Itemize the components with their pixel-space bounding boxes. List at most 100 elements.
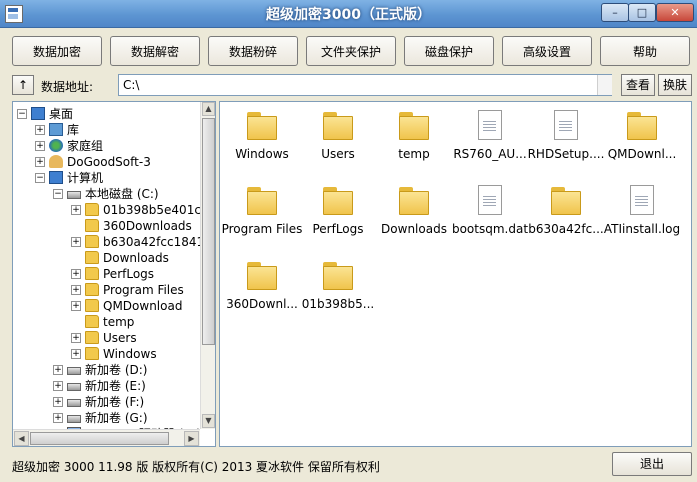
folder-item[interactable]: Downloads bbox=[374, 180, 454, 250]
folder-item[interactable]: Users bbox=[298, 105, 378, 175]
help-button[interactable]: 帮助 bbox=[600, 36, 690, 66]
tree-item-label: Users bbox=[103, 331, 137, 345]
file-name: PerfLogs bbox=[312, 222, 364, 236]
tree-item[interactable]: − 计算机 bbox=[35, 170, 203, 186]
expand-icon[interactable]: + bbox=[71, 349, 81, 359]
scroll-right-arrow-icon[interactable]: ▶ bbox=[184, 431, 199, 446]
file-name: Program Files bbox=[221, 222, 303, 236]
tree-item[interactable]: temp bbox=[71, 314, 203, 330]
title-bar[interactable]: 超级加密3000（正式版） – □ ✕ bbox=[0, 0, 697, 28]
skin-button[interactable]: 换肤 bbox=[658, 74, 692, 96]
decrypt-button[interactable]: 数据解密 bbox=[110, 36, 200, 66]
collapse-icon[interactable]: − bbox=[53, 189, 63, 199]
tree-item[interactable]: + b630a42fcc1841 bbox=[71, 234, 205, 250]
scroll-up-arrow-icon[interactable]: ▲ bbox=[202, 102, 215, 116]
scroll-left-arrow-icon[interactable]: ◀ bbox=[14, 431, 29, 446]
folder-icon bbox=[85, 267, 99, 280]
tree-item[interactable]: − 本地磁盘 (C:) bbox=[53, 186, 203, 202]
folder-item[interactable]: Program Files bbox=[222, 180, 302, 250]
tree-horizontal-scrollbar[interactable]: ◀ ▶ bbox=[13, 429, 200, 446]
expand-icon[interactable]: + bbox=[71, 269, 81, 279]
folder-item[interactable]: Windows bbox=[222, 105, 302, 175]
tree-item[interactable]: + Windows bbox=[71, 346, 203, 362]
folder-item[interactable]: PerfLogs bbox=[298, 180, 378, 250]
folder-protect-button[interactable]: 文件夹保护 bbox=[306, 36, 396, 66]
tree-item-label: DoGoodSoft-3 bbox=[67, 155, 151, 169]
hscroll-thumb[interactable] bbox=[30, 432, 169, 445]
drive-icon bbox=[67, 399, 81, 407]
shred-button[interactable]: 数据粉碎 bbox=[208, 36, 298, 66]
folder-tree[interactable]: − 桌面 + 库 + 家庭组 + DoGoodSoft-3− 计算机 − 本地磁盘 (C:) +01b… bbox=[12, 101, 216, 447]
address-input[interactable] bbox=[118, 74, 612, 96]
folder-item[interactable]: 360Downl... bbox=[222, 255, 302, 325]
tree-item[interactable]: + Users bbox=[71, 330, 203, 346]
file-item[interactable]: RS760_AU... bbox=[450, 105, 530, 175]
encrypt-button[interactable]: 数据加密 bbox=[12, 36, 102, 66]
advanced-settings-button[interactable]: 高级设置 bbox=[502, 36, 592, 66]
user-icon bbox=[49, 155, 63, 168]
file-name: ATIinstall.log bbox=[603, 222, 681, 236]
maximize-button[interactable]: □ bbox=[628, 3, 656, 22]
exit-button[interactable]: 退出 bbox=[612, 452, 692, 476]
tree-item-label: Program Files bbox=[103, 283, 184, 297]
close-button[interactable]: ✕ bbox=[656, 3, 694, 22]
minimize-button[interactable]: – bbox=[601, 3, 629, 22]
view-button[interactable]: 查看 bbox=[621, 74, 655, 96]
expand-icon[interactable]: + bbox=[53, 413, 63, 423]
file-item[interactable]: bootsqm.dat bbox=[450, 180, 530, 250]
expand-icon[interactable]: + bbox=[53, 397, 63, 407]
tree-item[interactable]: + 家庭组 bbox=[35, 138, 203, 154]
collapse-icon[interactable]: − bbox=[35, 173, 45, 183]
file-name: RHDSetup.... bbox=[527, 147, 605, 161]
expand-icon[interactable]: + bbox=[71, 285, 81, 295]
tree-item[interactable]: + 新加卷 (F:) bbox=[53, 394, 203, 410]
up-level-button[interactable]: ↑ bbox=[12, 75, 34, 95]
collapse-icon[interactable]: − bbox=[17, 109, 27, 119]
tree-item[interactable]: + DoGoodSoft-3 bbox=[35, 154, 203, 170]
folder-icon bbox=[323, 260, 353, 292]
folder-item[interactable]: b630a42fc... bbox=[526, 180, 606, 250]
drive-icon bbox=[67, 415, 81, 423]
file-item[interactable]: RHDSetup.... bbox=[526, 105, 606, 175]
file-list-panel[interactable]: Windows Users temp RS760_AU... RHDSetup.... Q… bbox=[219, 101, 692, 447]
folder-icon bbox=[627, 110, 657, 142]
scroll-thumb[interactable] bbox=[202, 118, 215, 345]
tree-item[interactable]: 360Downloads bbox=[71, 218, 203, 234]
expand-icon[interactable]: + bbox=[35, 125, 45, 135]
expand-icon[interactable]: + bbox=[71, 333, 81, 343]
tree-item[interactable]: + 新加卷 (D:) bbox=[53, 362, 203, 378]
tree-item-label: 新加卷 (D:) bbox=[85, 363, 148, 377]
expand-icon[interactable]: + bbox=[35, 141, 45, 151]
tree-item-label: b630a42fcc1841 bbox=[103, 235, 205, 249]
expand-icon[interactable]: + bbox=[53, 381, 63, 391]
tree-item[interactable]: + 新加卷 (E:) bbox=[53, 378, 203, 394]
tree-item[interactable]: + PerfLogs bbox=[71, 266, 203, 282]
expand-icon[interactable]: + bbox=[71, 205, 81, 215]
tree-item[interactable]: + Program Files bbox=[71, 282, 203, 298]
expand-icon[interactable]: + bbox=[53, 365, 63, 375]
tree-vertical-scrollbar[interactable]: ▲ ▼ bbox=[200, 102, 215, 429]
tree-item[interactable]: − 桌面 bbox=[17, 106, 203, 122]
tree-item[interactable]: Downloads bbox=[71, 250, 203, 266]
disk-protect-button[interactable]: 磁盘保护 bbox=[404, 36, 494, 66]
file-item[interactable]: ATIinstall.log bbox=[602, 180, 682, 250]
homegroup-icon bbox=[49, 139, 63, 152]
folder-icon bbox=[85, 235, 99, 248]
folder-item[interactable]: temp bbox=[374, 105, 454, 175]
tree-item[interactable]: +01b398b5e401c bbox=[71, 202, 203, 218]
folder-item[interactable]: 01b398b5... bbox=[298, 255, 378, 325]
tree-item[interactable]: + 库 bbox=[35, 122, 203, 138]
expand-icon[interactable]: + bbox=[71, 237, 81, 247]
expand-icon[interactable]: + bbox=[71, 301, 81, 311]
folder-icon bbox=[85, 283, 99, 296]
tree-item-label: 360Downloads bbox=[103, 219, 192, 233]
expand-icon[interactable]: + bbox=[35, 157, 45, 167]
scroll-down-arrow-icon[interactable]: ▼ bbox=[202, 414, 215, 428]
file-name: RS760_AU... bbox=[453, 147, 527, 161]
folder-item[interactable]: QMDownl... bbox=[602, 105, 682, 175]
address-dropdown-scroll[interactable] bbox=[597, 75, 612, 95]
tree-item[interactable]: + 新加卷 (G:) bbox=[53, 410, 203, 426]
file-name: bootsqm.dat bbox=[451, 222, 529, 236]
tree-item[interactable]: + QMDownload bbox=[71, 298, 203, 314]
file-name: Users bbox=[321, 147, 355, 161]
